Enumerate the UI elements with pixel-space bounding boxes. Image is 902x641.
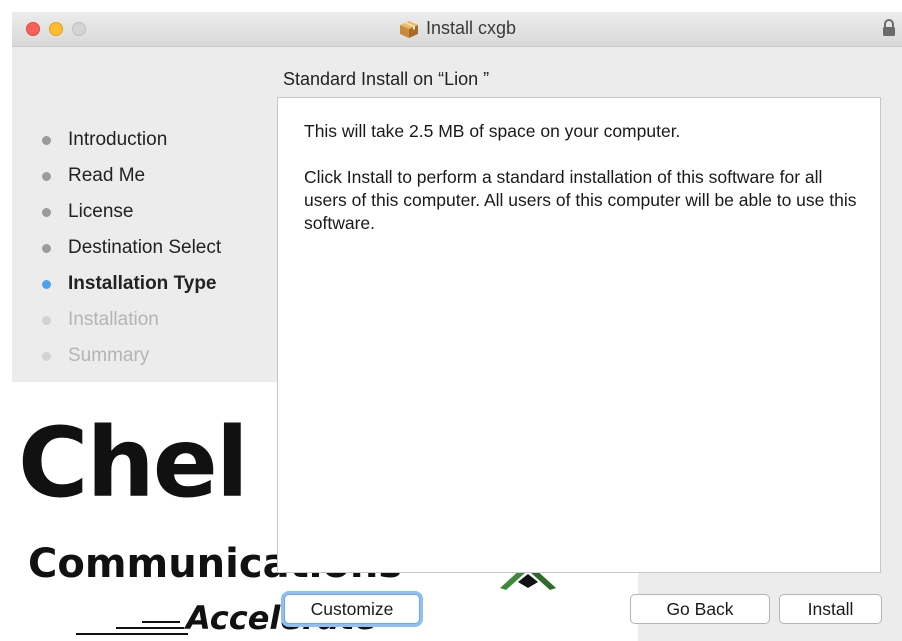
step-installation: Installation (12, 302, 277, 338)
space-requirement-text: This will take 2.5 MB of space on your c… (304, 121, 681, 141)
step-bullet (42, 208, 51, 217)
step-installation-type: Installation Type (12, 266, 277, 302)
step-bullet (42, 280, 51, 289)
customize-button[interactable]: Customize (284, 594, 420, 624)
step-bullet (42, 352, 51, 361)
brand-speed-lines-icon (76, 616, 188, 636)
install-button[interactable]: Install (779, 594, 882, 624)
lock-icon[interactable] (882, 19, 896, 37)
step-label: Installation Type (68, 273, 217, 294)
step-label: Read Me (68, 165, 146, 186)
step-list: Introduction Read Me License Destination… (12, 122, 277, 374)
install-heading: Standard Install on “Lion ” (283, 69, 490, 89)
package-icon (398, 19, 420, 39)
step-label: Destination Select (68, 237, 222, 258)
step-bullet (42, 136, 51, 145)
installer-window: Install cxgb Standard Install on “Lion ”… (12, 12, 902, 641)
step-bullet (42, 316, 51, 325)
window-title: Install cxgb (425, 18, 517, 38)
step-label: Installation (68, 309, 159, 330)
title-bar[interactable]: Install cxgb (12, 12, 902, 47)
step-bullet (42, 244, 51, 253)
step-bullet (42, 172, 51, 181)
content-panel: This will take 2.5 MB of space on your c… (277, 97, 881, 573)
step-label: Summary (68, 345, 150, 366)
install-description-text: Click Install to perform a standard inst… (304, 167, 857, 233)
step-label: License (68, 201, 134, 222)
step-label: Introduction (68, 129, 168, 150)
step-summary: Summary (12, 338, 277, 374)
go-back-button[interactable]: Go Back (630, 594, 770, 624)
step-read-me: Read Me (12, 158, 277, 194)
window-title-container: Install cxgb (12, 18, 902, 39)
step-introduction: Introduction (12, 122, 277, 158)
brand-name: Chel (18, 407, 249, 519)
step-license: License (12, 194, 277, 230)
step-destination-select: Destination Select (12, 230, 277, 266)
